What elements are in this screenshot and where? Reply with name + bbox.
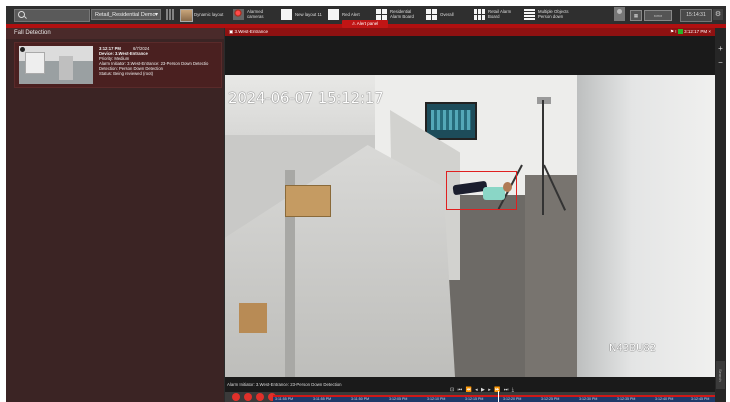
alarm-icon[interactable]: ! [675, 29, 676, 34]
app-window: Retail_Residential Demo ▾ Dynamic layout… [6, 6, 726, 402]
multi-icon [524, 9, 535, 20]
scene-tripod-head [537, 97, 551, 104]
toolbar-item-label: Residential Alarm Board [390, 9, 414, 19]
mute-icon[interactable] [256, 393, 264, 401]
timeline-tick: 3:11:55 PM [313, 397, 332, 401]
timeline-tick: 3:12:05 PM [389, 397, 408, 401]
alarm-ack-icon[interactable] [232, 393, 240, 401]
scene-right-wall [577, 75, 715, 377]
panel-title: Fall Detection [6, 28, 224, 39]
alarm-list-panel: Fall Detection 3:12:17 PM 6/7/2024 Devic… [6, 28, 224, 402]
timeline-tick: 3:12:40 PM [655, 397, 674, 401]
chevron-down-icon: ▾ [154, 12, 158, 18]
toolbar-item-label: Retail Alarm Board [488, 9, 512, 19]
detection-bounding-box [446, 171, 517, 210]
camera-view[interactable]: ▣ 3.West-Entrance ⚑ ! 3:12:17 PM × 2024-… [225, 28, 715, 402]
layout-grid-button[interactable]: ▦ [630, 10, 642, 21]
search-input[interactable] [14, 9, 90, 22]
timeline-tick: 3:12:15 PM [465, 397, 484, 401]
toolbar-item-label: Dynamic layout [194, 12, 224, 17]
timeline-tick: 3:12:35 PM [617, 397, 636, 401]
timeline-tick: 3:12:20 PM [503, 397, 522, 401]
toolbar-item-label: Multiple Objects Person down [538, 9, 569, 19]
scene-tripod [542, 100, 544, 215]
alarm-details: 3:12:17 PM 6/7/2024 Device: 3.West-Entra… [99, 46, 219, 76]
alarm-time: 3:12:17 PM [99, 46, 121, 51]
layout-select[interactable]: Retail_Residential Demo ▾ [91, 9, 161, 20]
settings-icon[interactable]: ⚙ [713, 9, 723, 20]
toolbar-item-retail-alarm-board[interactable]: Retail Alarm Board [474, 8, 522, 22]
camera-header-time: 3:12:17 PM [684, 29, 708, 34]
camera-name: 3.West-Entrance [234, 29, 268, 34]
toolbar-item-label: Overall [440, 12, 454, 17]
record-icon [677, 29, 683, 35]
search-side-tab[interactable]: Search [716, 361, 725, 389]
alarm-badge-icon [20, 47, 25, 52]
clock: 15:14:31 [680, 9, 712, 22]
alarm-date: 6/7/2024 [133, 46, 150, 51]
timeline-playhead[interactable] [498, 391, 499, 402]
thumbnail-wall [59, 56, 73, 80]
camera-header: ▣ 3.West-Entrance ⚑ ! 3:12:17 PM × [225, 28, 715, 36]
alert-tab-label: Alert panel [356, 21, 379, 26]
bookmark-icon[interactable]: ⚑ [670, 29, 674, 34]
toolbar-item-alarmed-cameras[interactable]: Alarmed cameras [233, 8, 273, 22]
alarm-status: Status: Being reviewed (root) [99, 71, 153, 76]
toolbar-item-label: Red Alert [342, 12, 360, 17]
toolbar-item-multiple-objects[interactable]: Multiple Objects Person down [524, 8, 580, 22]
search-icon [18, 11, 25, 18]
quad-icon [474, 9, 485, 20]
zoom-out-icon[interactable]: − [715, 58, 726, 68]
alert-panel-tab[interactable]: ⚠ Alert panel [342, 20, 388, 28]
timeline-tick: 3:11:55 PM [275, 397, 294, 401]
monitor-toggle-button[interactable]: ▭▭ [644, 10, 672, 21]
timeline-alarm-range [273, 395, 715, 397]
right-side-strip [715, 28, 726, 402]
toolbar-item-label: New layout 11 [295, 12, 322, 17]
close-icon[interactable]: × [708, 29, 711, 34]
timeline-tick: 3:12:45 PM [691, 397, 710, 401]
toolbar-item-label: Alarmed cameras [247, 9, 264, 19]
layout-icon [281, 9, 292, 20]
grid-icon [426, 9, 437, 20]
alarm-caption: Alarm Initiator: 3.West-Entrance: 23-Per… [227, 382, 342, 387]
user-avatar[interactable] [614, 7, 625, 21]
zoom-in-icon[interactable]: + [715, 44, 726, 54]
timeline-tick: 3:12:25 PM [541, 397, 560, 401]
video-feed[interactable]: 2024-06-07 15:12:17 N43BU82 [225, 75, 715, 377]
alarm-thumbnail[interactable] [19, 46, 93, 84]
timeline[interactable]: 3:11:55 PM 3:11:55 PM 3:11:50 PM 3:12:05… [273, 395, 715, 402]
layout-grid-icon[interactable] [166, 9, 175, 20]
layout-select-value: Retail_Residential Demo [95, 12, 156, 18]
timeline-tick: 3:12:30 PM [579, 397, 598, 401]
alarm-icon [233, 9, 244, 20]
video-camera-label: N43BU82 [609, 343, 657, 354]
warning-icon[interactable] [244, 393, 252, 401]
scene-cardboard-box [239, 303, 267, 333]
timeline-tick: 3:12:10 PM [427, 397, 446, 401]
scene-cubicle [225, 145, 455, 377]
camera-header-right: ⚑ ! 3:12:17 PM × [670, 28, 711, 36]
grid-icon [376, 9, 387, 20]
layout-icon [328, 9, 339, 20]
video-timestamp: 2024-06-07 15:12:17 [228, 89, 384, 107]
dynamic-layout-icon [180, 9, 193, 22]
scene-cardboard-box [285, 185, 331, 217]
alarm-card[interactable]: 3:12:17 PM 6/7/2024 Device: 3.West-Entra… [14, 42, 222, 88]
timeline-tick: 3:11:50 PM [351, 397, 370, 401]
scene-display-screen [425, 102, 477, 140]
thumbnail-window [25, 52, 45, 74]
